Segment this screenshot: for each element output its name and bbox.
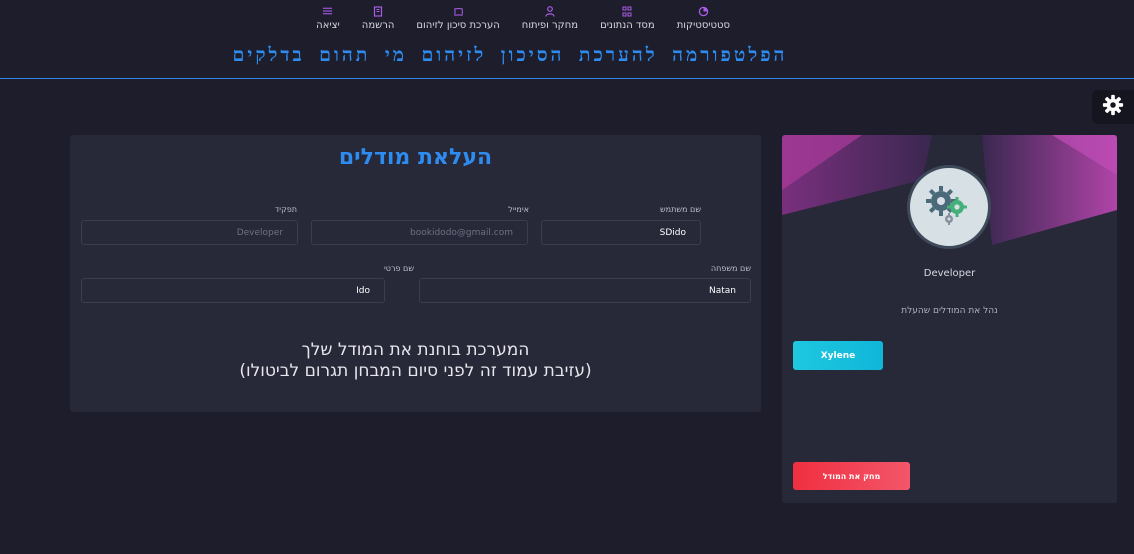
- profile-role: Developer: [923, 268, 976, 279]
- database-icon: [622, 6, 632, 20]
- avatar: [907, 165, 991, 249]
- username-input[interactable]: [541, 220, 701, 245]
- nav-item-label: הרשמה: [361, 20, 395, 31]
- top-nav: סטטיסטיקות מסד הנתונים מחקר ופיתוח הערכת…: [290, 6, 730, 36]
- gears-icon: [921, 181, 977, 233]
- gear-icon: [1102, 94, 1124, 120]
- settings-button[interactable]: [1092, 90, 1134, 124]
- nav-item-label: יציאה: [316, 20, 340, 31]
- nav-item-label: מחקר ופיתוח: [521, 20, 579, 31]
- pie-chart-icon: [698, 6, 709, 20]
- form-title: העלאת מודלים: [338, 145, 493, 170]
- nav-item-label: הערכת סיכון לזיהום: [416, 20, 500, 31]
- nav-item-logout[interactable]: יציאה: [316, 6, 340, 36]
- lastname-label: שם משפחה: [710, 264, 751, 273]
- email-label: אימייל: [508, 205, 529, 214]
- nav-item-register[interactable]: הרשמה: [361, 6, 395, 36]
- header-divider: [0, 78, 1134, 79]
- page-headline: הפלטפורמה להערכת הסיכון לזיהום מי תהום ב…: [232, 44, 788, 66]
- lastname-input[interactable]: [419, 278, 751, 303]
- manage-models-text: נהל את המודלים שהעלת: [901, 306, 998, 316]
- test-notice: המערכת בוחנת את המודל שלך (עזיבת עמוד זה…: [70, 340, 761, 382]
- firstname-input[interactable]: [81, 278, 385, 303]
- role-input[interactable]: [81, 220, 298, 245]
- book-icon: [373, 6, 383, 20]
- nav-item-risk-assessment[interactable]: הערכת סיכון לזיהום: [416, 6, 500, 36]
- profile-card: Developer נהל את המודלים שהעלת Xylene מח…: [782, 135, 1117, 503]
- nav-item-label: סטטיסטיקות: [676, 20, 730, 31]
- notice-line-1: המערכת בוחנת את המודל שלך: [301, 340, 530, 360]
- model-xylene-button[interactable]: Xylene: [793, 341, 883, 370]
- username-label: שם משתמש: [660, 205, 701, 214]
- nav-item-research[interactable]: מחקר ופיתוח: [522, 6, 578, 36]
- upload-models-panel: העלאת מודלים שם משתמש אימייל תפקיד שם מש…: [70, 135, 761, 412]
- nav-item-label: מסד הנתונים: [600, 20, 655, 31]
- logout-icon: [322, 6, 333, 20]
- puzzle-icon: [453, 6, 464, 20]
- role-label: תפקיד: [274, 205, 297, 214]
- nav-item-database[interactable]: מסד הנתונים: [600, 6, 655, 36]
- email-input[interactable]: [311, 220, 528, 245]
- delete-model-button[interactable]: מחק את המודל: [793, 462, 910, 490]
- user-icon: [545, 6, 555, 20]
- nav-item-statistics[interactable]: סטטיסטיקות: [677, 6, 730, 36]
- notice-line-2: (עזיבת עמוד זה לפני סיום המבחן תגרום לבי…: [239, 361, 592, 381]
- firstname-label: שם פרטי: [383, 264, 414, 273]
